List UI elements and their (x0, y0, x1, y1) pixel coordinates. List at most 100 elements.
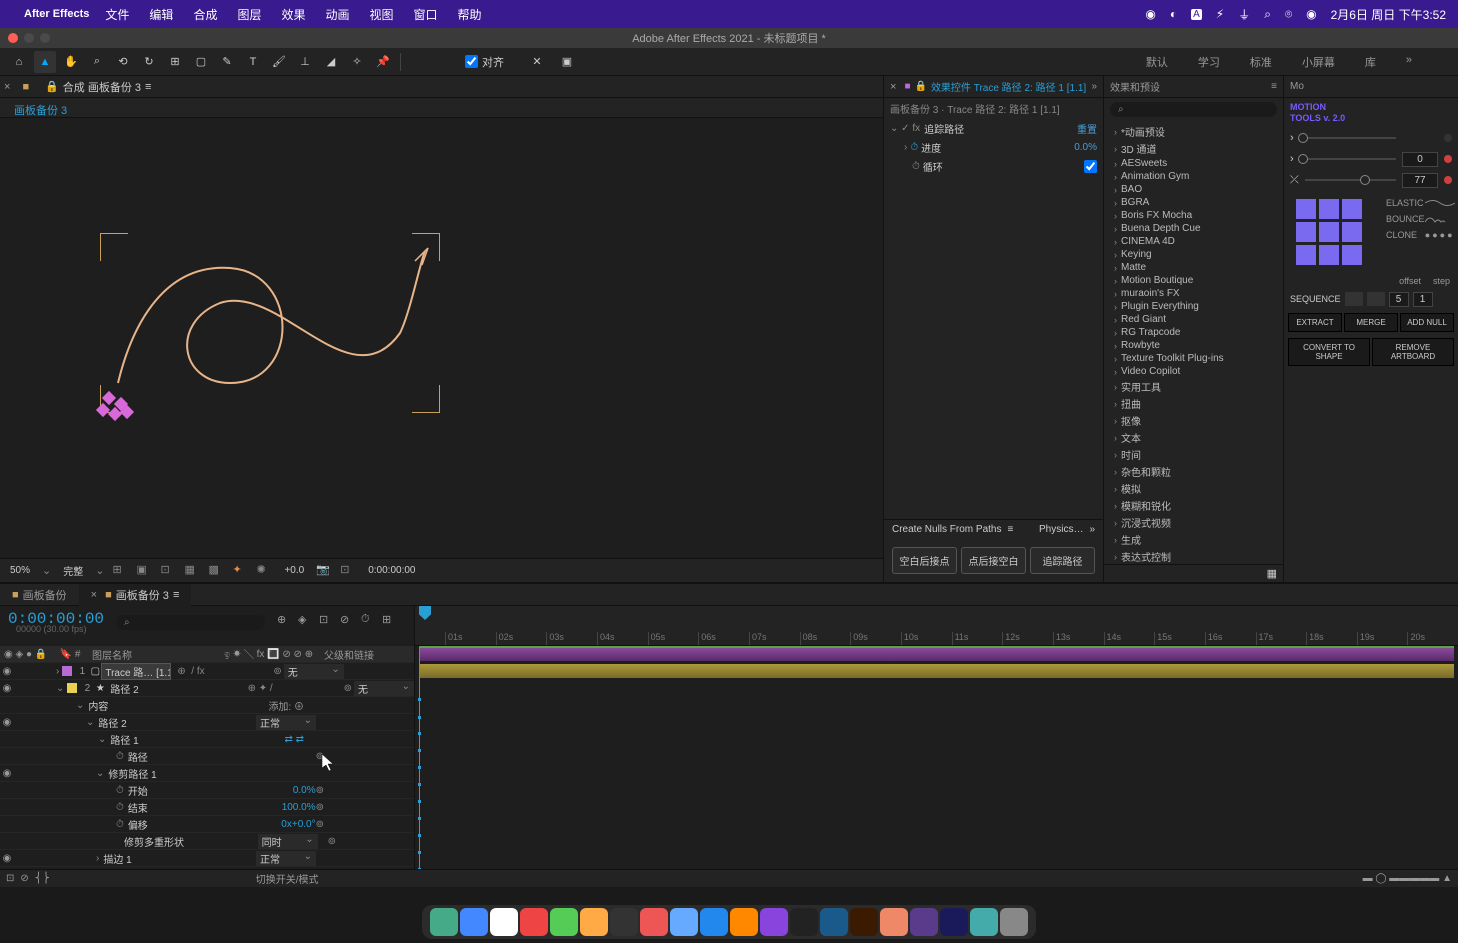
preset-item[interactable]: Video Copilot (1108, 365, 1279, 378)
layer2-parent[interactable]: 无 (354, 681, 414, 696)
preset-item[interactable]: muraoin's FX (1108, 287, 1279, 300)
trim-start-value[interactable]: 0.0% (289, 785, 316, 796)
moon-icon[interactable]: ◐ (1170, 7, 1177, 21)
preset-item[interactable]: 文本 (1108, 429, 1279, 446)
dock-app[interactable] (580, 908, 608, 936)
stroke-mode[interactable]: 正常 (256, 851, 316, 866)
nulls-btn-1[interactable]: 空白后接点 (892, 547, 957, 574)
slider-prev-icon[interactable]: ⤫ (1290, 174, 1299, 187)
composition-viewer[interactable] (0, 118, 883, 558)
tl-icon-1[interactable]: ⊕ (277, 613, 295, 631)
preset-item[interactable]: 扭曲 (1108, 395, 1279, 412)
menu-effect[interactable]: 效果 (281, 6, 305, 23)
tl-icon-5[interactable]: ⏱ (361, 613, 379, 631)
fx-effect-name[interactable]: 追踪路径 (924, 121, 1077, 136)
preset-item[interactable]: *动画预设 (1108, 123, 1279, 140)
preset-item[interactable]: Matte (1108, 261, 1279, 274)
snap-checkbox[interactable]: 对齐 (465, 54, 504, 70)
timeline-tab-1[interactable]: ■画板备份 (0, 584, 79, 606)
dock-app[interactable] (940, 908, 968, 936)
fx-tab[interactable]: 效果控件 Trace 路径 2: 路径 1 [1.1] (931, 79, 1092, 94)
dock-app[interactable] (520, 908, 548, 936)
slider-1[interactable] (1300, 137, 1396, 139)
fx-progress-value[interactable]: 0.0% (1074, 142, 1097, 153)
preset-item[interactable]: Rowbyte (1108, 339, 1279, 352)
extract-button[interactable]: EXTRACT (1288, 313, 1342, 332)
fx-more[interactable]: » (1091, 81, 1097, 92)
home-button[interactable]: ⌂ (8, 51, 30, 73)
timeline-tab-2[interactable]: ×■画板备份 3 ≡ (79, 584, 192, 606)
workspace-library[interactable]: 库 (1365, 54, 1376, 70)
menu-file[interactable]: 文件 (105, 6, 129, 23)
convert-button[interactable]: CONVERT TO SHAPE (1288, 338, 1370, 366)
nulls-btn-2[interactable]: 点后接空白 (961, 547, 1026, 574)
dock-app[interactable] (670, 908, 698, 936)
anchor-grid[interactable] (1290, 195, 1368, 269)
menu-edit[interactable]: 编辑 (149, 6, 173, 23)
rotate-tool[interactable]: ↻ (138, 51, 160, 73)
dock-app[interactable] (820, 908, 848, 936)
minimize-window[interactable] (24, 33, 34, 43)
menu-help[interactable]: 帮助 (458, 6, 482, 23)
rect-tool[interactable]: ▢ (190, 51, 212, 73)
preset-item[interactable]: BGRA (1108, 196, 1279, 209)
close-fx-panel[interactable]: × (890, 81, 896, 93)
search-icon[interactable]: ⌕ (1264, 7, 1271, 22)
selection-tool[interactable]: ▲ (34, 51, 56, 73)
dock-app[interactable] (850, 908, 878, 936)
slider-2[interactable] (1300, 158, 1396, 160)
menu-window[interactable]: 窗口 (414, 6, 438, 23)
tl-footer-icon-3[interactable]: ⎨⎬ (35, 873, 50, 884)
workspace-learn[interactable]: 学习 (1198, 54, 1220, 70)
maximize-window[interactable] (40, 33, 50, 43)
dock-app[interactable] (490, 908, 518, 936)
eraser-tool[interactable]: ◢ (320, 51, 342, 73)
dock-app[interactable] (790, 908, 818, 936)
layer1-parent[interactable]: 无 (284, 664, 344, 679)
orbit-tool[interactable]: ⟲ (112, 51, 134, 73)
preset-item[interactable]: 生成 (1108, 531, 1279, 548)
slider-2-value[interactable]: 0 (1402, 152, 1438, 167)
preset-item[interactable]: 杂色和颗粒 (1108, 463, 1279, 480)
workspace-standard[interactable]: 标准 (1250, 54, 1272, 70)
tl-footer-icon-1[interactable]: ⊡ (6, 873, 14, 884)
color-mgmt-icon[interactable]: ✦ (232, 563, 248, 579)
macos-dock[interactable] (422, 905, 1036, 939)
tl-icon-4[interactable]: ⊘ (340, 613, 358, 631)
channel-icon[interactable]: ▦ (184, 563, 200, 579)
preset-item[interactable]: Buena Depth Cue (1108, 222, 1279, 235)
comp-panel-tab[interactable]: 🔒 合成 画板备份 3 ≡ (37, 77, 159, 97)
tl-footer-icon-2[interactable]: ⊘ (20, 873, 28, 884)
app-name[interactable]: After Effects (24, 8, 89, 20)
dock-app[interactable] (910, 908, 938, 936)
tl-icon-3[interactable]: ⊡ (319, 613, 337, 631)
preset-item[interactable]: 时间 (1108, 446, 1279, 463)
slider-prev-icon[interactable]: › (1290, 132, 1294, 144)
preset-item[interactable]: Red Giant (1108, 313, 1279, 326)
dock-app[interactable] (1000, 908, 1028, 936)
zoom-dropdown[interactable]: 50% (6, 565, 34, 576)
fx-reset[interactable]: 重置 (1077, 121, 1097, 136)
nulls-btn-3[interactable]: 追踪路径 (1030, 547, 1095, 574)
guides-icon[interactable]: ⊞ (112, 563, 128, 579)
brush-tool[interactable]: 🖌 (268, 51, 290, 73)
control-center-icon[interactable]: ⌾ (1285, 7, 1292, 22)
path2-mode[interactable]: 正常 (256, 715, 316, 730)
close-window[interactable] (8, 33, 18, 43)
dock-app[interactable] (760, 908, 788, 936)
snap-option-1[interactable]: ✕ (526, 51, 548, 73)
time-ruler[interactable]: 01s02s03s04s05s06s07s08s09s10s11s12s13s1… (415, 632, 1458, 646)
seq-mode-1[interactable] (1345, 292, 1363, 306)
slider-prev-icon[interactable]: › (1290, 153, 1294, 165)
preset-item[interactable]: Plugin Everything (1108, 300, 1279, 313)
battery-icon[interactable]: ⚡︎ (1216, 7, 1224, 21)
preset-item[interactable]: RG Trapcode (1108, 326, 1279, 339)
dock-app[interactable] (550, 908, 578, 936)
resolution-dropdown[interactable]: 完整 (59, 563, 87, 578)
seq-mode-2[interactable] (1367, 292, 1385, 306)
region-icon[interactable]: ⊡ (340, 563, 356, 579)
preset-item[interactable]: 3D 通道 (1108, 140, 1279, 157)
preset-item[interactable]: 模拟 (1108, 480, 1279, 497)
stamp-tool[interactable]: ⊥ (294, 51, 316, 73)
zoom-tool[interactable]: ⌕ (86, 51, 108, 73)
